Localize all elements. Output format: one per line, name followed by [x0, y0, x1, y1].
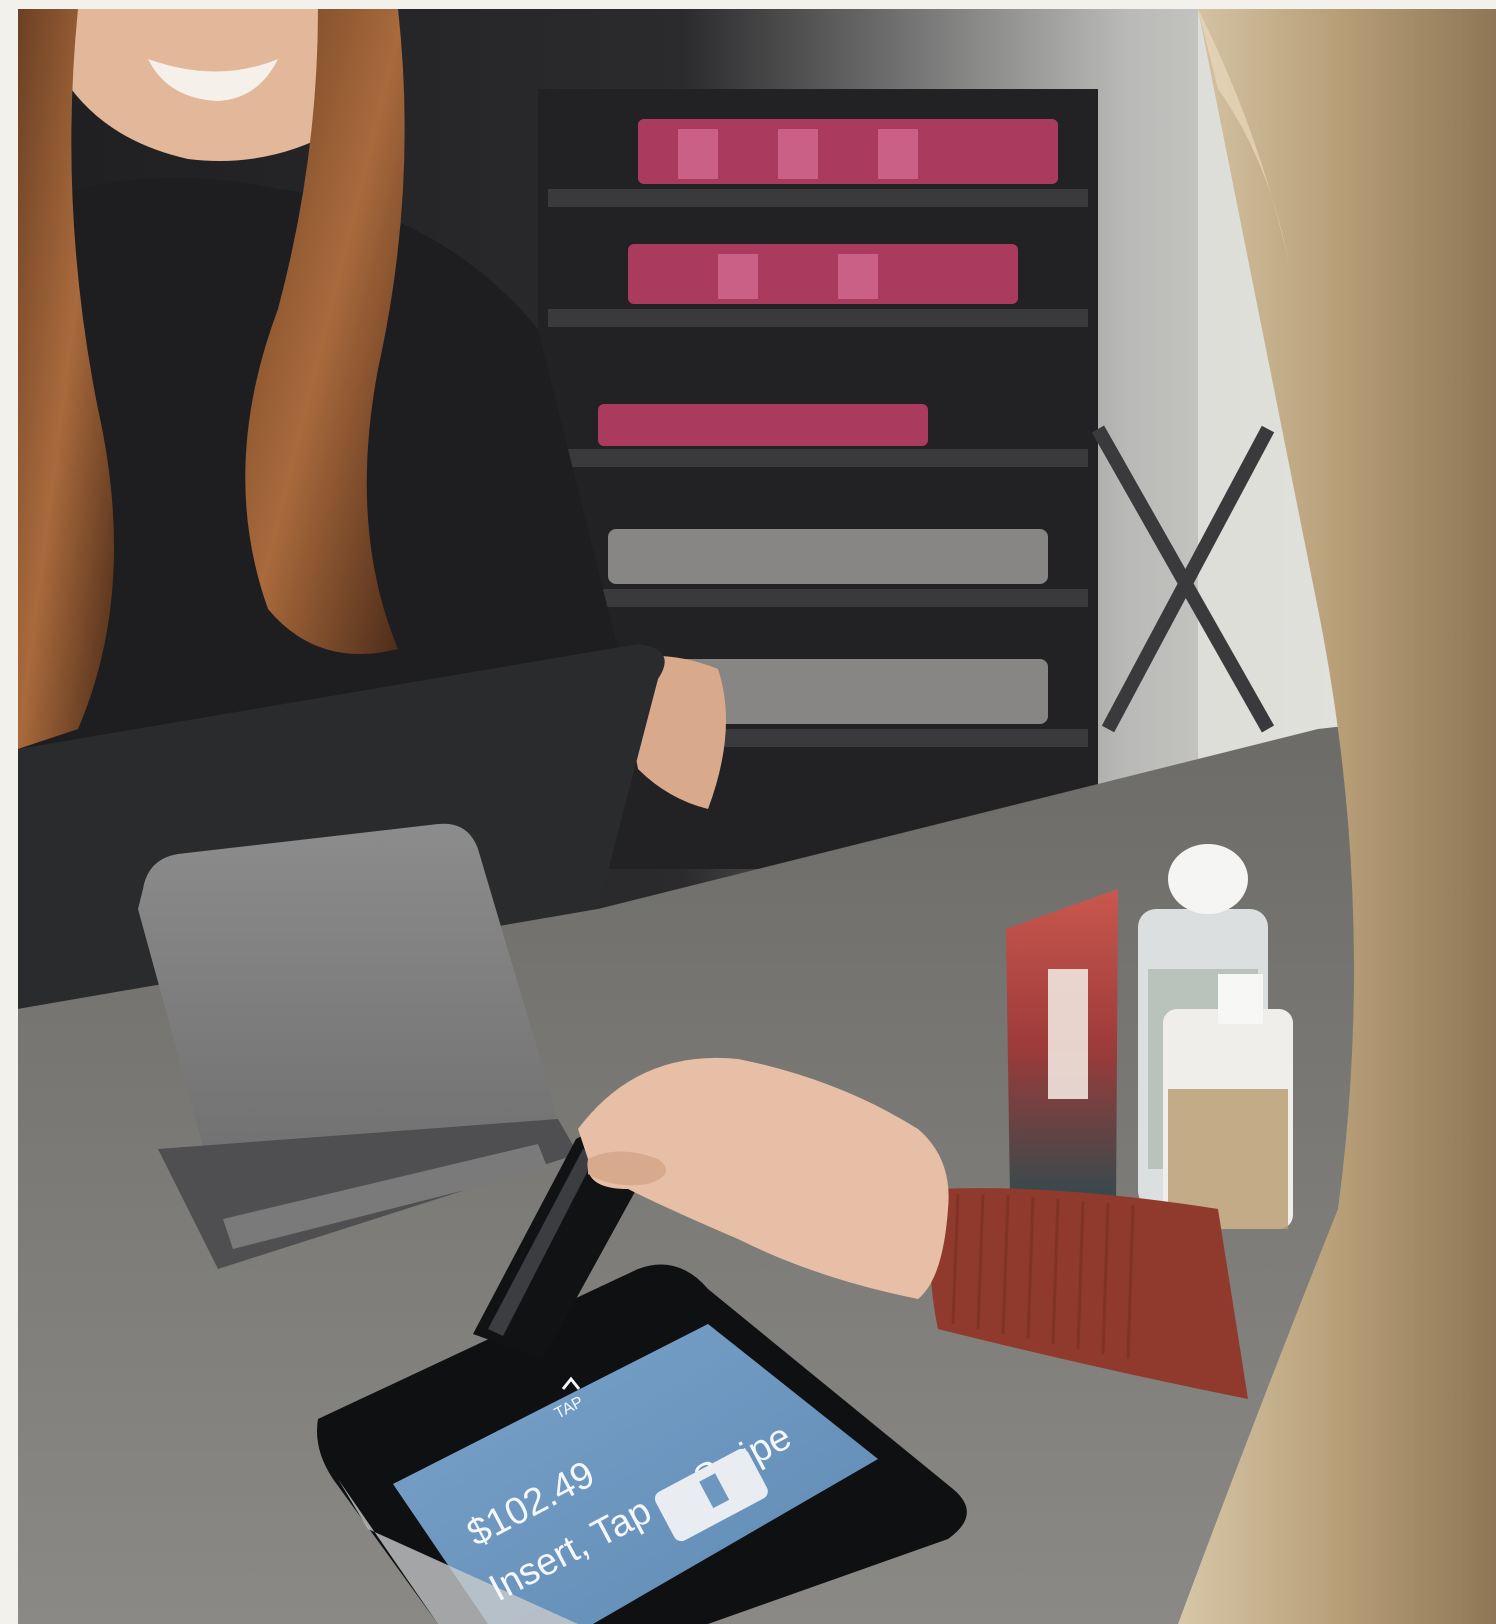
product-tube [1006, 889, 1118, 1209]
photograph: TAP $102.49 Insert, Tap or Swipe [18, 9, 1496, 1624]
product-bottle-label [1163, 974, 1293, 1229]
